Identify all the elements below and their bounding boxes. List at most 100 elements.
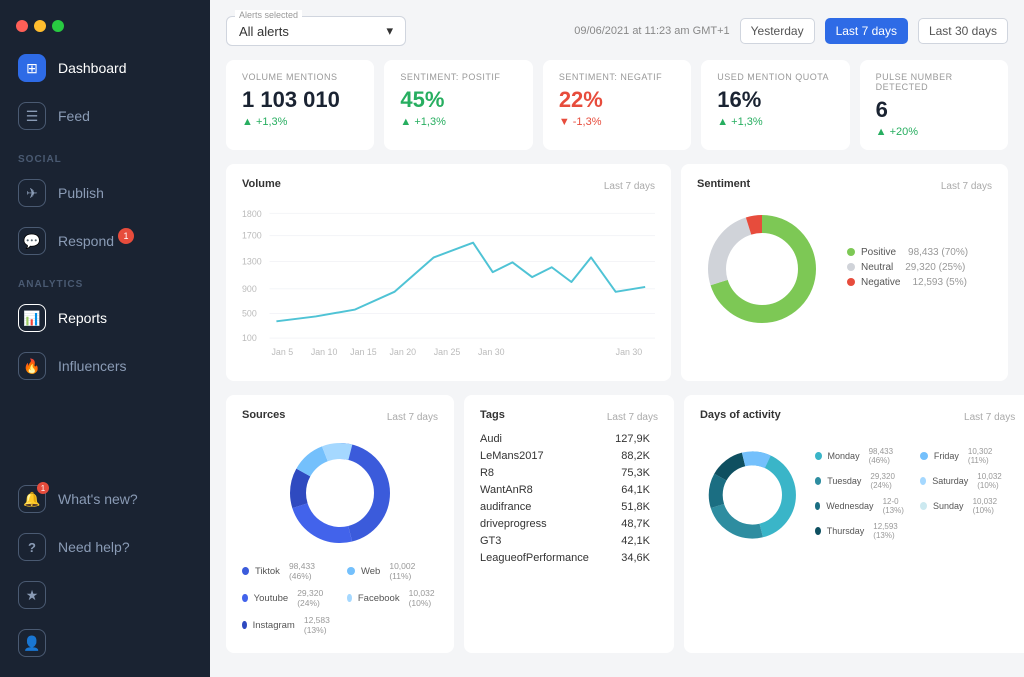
positive-value: 98,433 (70%) xyxy=(908,247,968,258)
day-value: 98,433 (46%) xyxy=(869,447,910,465)
day-label: Sunday xyxy=(933,501,964,511)
kpi-volume: VOLUME MENTIONS 1 103 010 ▲ +1,3% xyxy=(226,60,374,150)
header-right: 09/06/2021 at 11:23 am GMT+1 Yesterday L… xyxy=(574,18,1008,44)
sidebar-item-profile[interactable]: 👤 xyxy=(0,619,210,667)
svg-text:Jan 30: Jan 30 xyxy=(616,347,643,357)
days-title: Days of activity xyxy=(700,409,781,421)
maximize-button[interactable] xyxy=(52,20,64,32)
kpi-delta: ▲ +1,3% xyxy=(400,116,516,128)
kpi-quota: USED MENTION QUOTA 16% ▲ +1,3% xyxy=(701,60,849,150)
alerts-label: Alerts selected xyxy=(235,10,302,20)
yesterday-button[interactable]: Yesterday xyxy=(740,18,815,44)
reports-icon: 📊 xyxy=(18,304,46,332)
minimize-button[interactable] xyxy=(34,20,46,32)
days-period: Last 7 days xyxy=(964,412,1015,423)
day-dot xyxy=(815,502,821,510)
day-dot xyxy=(920,452,928,460)
close-button[interactable] xyxy=(16,20,28,32)
facebook-value: 10,032 (10%) xyxy=(409,588,438,608)
tag-name: WantAnR8 xyxy=(480,484,600,496)
instagram-dot xyxy=(242,621,247,629)
day-dot xyxy=(920,477,926,485)
day-label: Tuesday xyxy=(827,476,861,486)
respond-badge: 1 xyxy=(118,228,134,244)
day-value: 10,032 (10%) xyxy=(973,497,1016,515)
bell-icon: 🔔 1 xyxy=(18,485,46,513)
sources-title: Sources xyxy=(242,409,285,421)
sentiment-chart-period: Last 7 days xyxy=(941,181,992,192)
kpi-label: USED MENTION QUOTA xyxy=(717,72,833,82)
sidebar-item-label: Publish xyxy=(58,185,104,201)
day-label: Thursday xyxy=(827,526,865,536)
last7days-button[interactable]: Last 7 days xyxy=(825,18,908,44)
sidebar: ⊞ Dashboard ☰ Feed SOCIAL ✈ Publish 💬 Re… xyxy=(0,0,210,677)
kpi-delta: ▲ +1,3% xyxy=(717,116,833,128)
kpi-label: SENTIMENT: POSITIF xyxy=(400,72,516,82)
kpi-value: 16% xyxy=(717,88,833,112)
sources-card: Sources Last 7 days xyxy=(226,395,454,653)
respond-icon: 💬 xyxy=(18,227,46,255)
last30days-button[interactable]: Last 30 days xyxy=(918,18,1008,44)
negative-label: Negative xyxy=(861,277,900,288)
youtube-dot xyxy=(242,594,248,602)
sidebar-item-label: Reports xyxy=(58,310,107,326)
volume-chart-period: Last 7 days xyxy=(604,181,655,192)
day-label: Saturday xyxy=(932,476,968,486)
volume-chart-title: Volume xyxy=(242,178,281,190)
kpi-value: 6 xyxy=(876,98,992,122)
sidebar-item-label: Dashboard xyxy=(58,60,127,76)
neutral-dot xyxy=(847,263,855,271)
sidebar-item-influencers[interactable]: 🔥 Influencers xyxy=(0,342,210,390)
web-dot xyxy=(347,567,355,575)
kpi-sentiment-pos: SENTIMENT: POSITIF 45% ▲ +1,3% xyxy=(384,60,532,150)
kpi-label: PULSE NUMBER DETECTED xyxy=(876,72,992,92)
day-value: 29,320 (24%) xyxy=(870,472,910,490)
days-legend-item: Sunday 10,032 (10%) xyxy=(920,497,1015,515)
day-dot xyxy=(815,477,822,485)
sidebar-item-feed[interactable]: ☰ Feed xyxy=(0,92,210,140)
sidebar-item-reports[interactable]: 📊 Reports xyxy=(0,294,210,342)
sidebar-item-whats-new[interactable]: 🔔 1 What's new? xyxy=(0,475,210,523)
sentiment-chart-title: Sentiment xyxy=(697,178,750,190)
svg-text:900: 900 xyxy=(242,284,257,294)
day-label: Wednesday xyxy=(826,501,873,511)
sources-donut xyxy=(280,433,400,553)
kpi-label: SENTIMENT: NEGATIF xyxy=(559,72,675,82)
day-dot xyxy=(815,527,821,535)
dashboard-icon: ⊞ xyxy=(18,54,46,82)
days-card: Days of activity Last 7 days Monday 9 xyxy=(684,395,1024,653)
star-icon: ★ xyxy=(18,581,46,609)
tag-row: WantAnR8 64,1K xyxy=(480,484,658,496)
charts-row: Volume Last 7 days 1800 1700 1300 900 50… xyxy=(226,164,1008,381)
sidebar-item-help[interactable]: ? Need help? xyxy=(0,523,210,571)
influencers-icon: 🔥 xyxy=(18,352,46,380)
days-legend: Monday 98,433 (46%) Friday 10,302 (11%) … xyxy=(815,447,1016,544)
days-legend-item: Monday 98,433 (46%) xyxy=(815,447,910,465)
sidebar-item-publish[interactable]: ✈ Publish xyxy=(0,169,210,217)
svg-text:Jan 30: Jan 30 xyxy=(478,347,505,357)
publish-icon: ✈ xyxy=(18,179,46,207)
day-dot xyxy=(920,502,927,510)
svg-text:1300: 1300 xyxy=(242,256,262,266)
tag-value: 48,7K xyxy=(600,518,650,530)
sidebar-item-star[interactable]: ★ xyxy=(0,571,210,619)
tag-name: LeMans2017 xyxy=(480,450,600,462)
facebook-label: Facebook xyxy=(358,593,400,604)
tag-value: 127,9K xyxy=(600,433,650,445)
tag-name: driveprogress xyxy=(480,518,600,530)
alerts-dropdown[interactable]: Alerts selected All alerts ▾ xyxy=(226,16,406,46)
days-legend-item: Saturday 10,032 (10%) xyxy=(920,472,1015,490)
facebook-dot xyxy=(347,594,352,602)
sidebar-item-respond[interactable]: 💬 Respond 1 xyxy=(0,217,210,265)
sidebar-item-dashboard[interactable]: ⊞ Dashboard xyxy=(0,44,210,92)
day-value: 10,302 (11%) xyxy=(968,447,1015,465)
bottom-row: Sources Last 7 days xyxy=(226,395,1008,653)
day-value: 12-0 (13%) xyxy=(883,497,910,515)
negative-value: 12,593 (5%) xyxy=(912,277,966,288)
days-donut xyxy=(700,435,805,555)
tag-value: 34,6K xyxy=(600,552,650,564)
help-icon: ? xyxy=(18,533,46,561)
tag-name: audifrance xyxy=(480,501,600,513)
alerts-select-value[interactable]: All alerts ▾ xyxy=(239,21,393,41)
kpi-value: 1 103 010 xyxy=(242,88,358,112)
